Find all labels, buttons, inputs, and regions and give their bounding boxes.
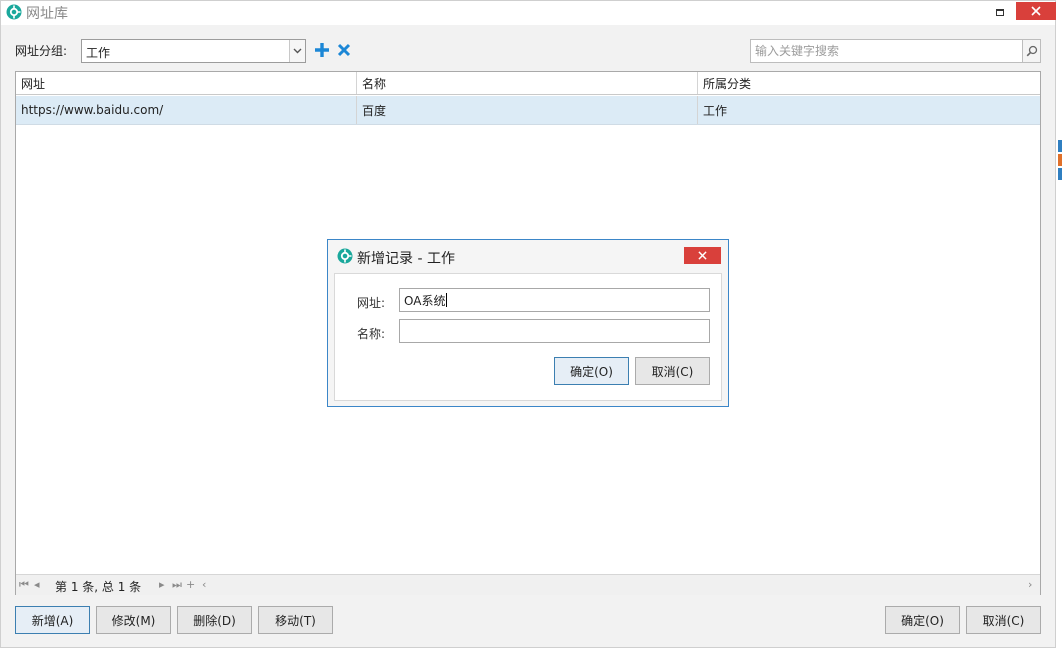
title-bar: 网址库	[1, 1, 1056, 25]
table-header: 网址 名称 所属分类	[16, 72, 1040, 95]
last-page-icon[interactable]: ⏭	[172, 578, 182, 592]
search-icon[interactable]	[1022, 40, 1040, 62]
column-header-url[interactable]: 网址	[16, 72, 357, 94]
dialog-ok-button[interactable]: 确定(O)	[554, 357, 629, 385]
maximize-icon[interactable]	[991, 4, 1009, 20]
name-field[interactable]	[399, 319, 710, 343]
prev-page-icon[interactable]: ◂	[34, 578, 40, 591]
search-input[interactable]	[751, 40, 1021, 62]
pager-add-icon[interactable]: +	[186, 578, 195, 591]
group-select-value: 工作	[86, 46, 111, 60]
column-header-name[interactable]: 名称	[357, 72, 698, 94]
plus-icon[interactable]	[314, 42, 330, 58]
pager: ⏮ ◂ 第 1 条, 总 1 条 ▸ ⏭ + ‹ ›	[16, 574, 1040, 595]
background-window-edge	[1058, 140, 1062, 180]
scroll-right-icon[interactable]: ›	[1028, 578, 1032, 591]
add-button[interactable]: 新增(A)	[15, 606, 90, 634]
dialog-body: 网址: OA系统 名称: 确定(O) 取消(C)	[334, 273, 722, 401]
cell-url: https://www.baidu.com/	[16, 96, 357, 124]
app-logo-icon	[6, 4, 22, 20]
pager-info: 第 1 条, 总 1 条	[55, 580, 142, 594]
chevron-down-icon[interactable]	[289, 40, 305, 62]
ok-button[interactable]: 确定(O)	[885, 606, 960, 634]
cancel-button[interactable]: 取消(C)	[966, 606, 1041, 634]
cell-category: 工作	[703, 103, 728, 118]
move-button[interactable]: 移动(T)	[258, 606, 333, 634]
name-label: 名称:	[357, 327, 386, 341]
first-page-icon[interactable]: ⏮	[19, 578, 29, 592]
group-label: 网址分组:	[15, 44, 68, 58]
url-label: 网址:	[357, 296, 386, 310]
window-title: 网址库	[26, 6, 68, 22]
table-row[interactable]: https://www.baidu.com/ 百度 工作	[16, 96, 1040, 125]
close-icon[interactable]	[1016, 2, 1056, 20]
add-record-dialog: 新增记录 - 工作 网址: OA系统 名称: 确定(O) 取消(C)	[327, 239, 729, 407]
url-field[interactable]: OA系统	[399, 288, 710, 312]
dialog-title-bar: 新增记录 - 工作	[328, 240, 728, 273]
text-caret	[446, 293, 448, 307]
dialog-title: 新增记录 - 工作	[357, 251, 455, 267]
app-logo-icon	[337, 248, 353, 264]
dialog-cancel-button[interactable]: 取消(C)	[635, 357, 710, 385]
column-header-category[interactable]: 所属分类	[698, 72, 1040, 94]
cell-name: 百度	[357, 96, 698, 124]
scroll-left-icon[interactable]: ‹	[202, 578, 206, 591]
edit-button[interactable]: 修改(M)	[96, 606, 171, 634]
url-field-value: OA系统	[404, 293, 446, 308]
delete-button[interactable]: 删除(D)	[177, 606, 252, 634]
close-icon[interactable]	[684, 247, 721, 264]
search-box	[750, 39, 1041, 63]
next-page-icon[interactable]: ▸	[159, 578, 165, 591]
group-select[interactable]: 工作	[81, 39, 306, 63]
x-icon[interactable]	[337, 43, 351, 57]
